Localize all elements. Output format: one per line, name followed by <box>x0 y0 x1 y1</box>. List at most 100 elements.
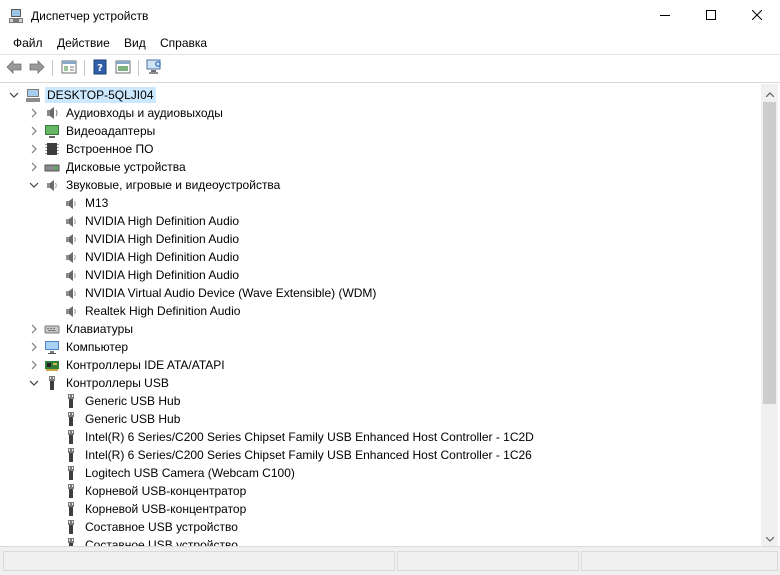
status-cell-main <box>3 551 395 571</box>
toolbar-separator <box>52 60 53 76</box>
usb-icon <box>63 411 79 427</box>
device-tree[interactable]: DESKTOP-5QLJI04 Аудиовходы и аудиовыходы… <box>3 84 761 546</box>
tree-item-label[interactable]: Составное USB устройство <box>85 520 238 534</box>
tree-item-label[interactable]: Звуковые, игровые и видеоустройства <box>66 178 280 192</box>
tree-item-label[interactable]: Intel(R) 6 Series/C200 Series Chipset Fa… <box>85 430 534 444</box>
tree-category[interactable]: Клавиатуры <box>3 320 761 338</box>
tree-item-label[interactable]: Составное USB устройство <box>85 538 238 546</box>
window-title: Диспетчер устройств <box>31 9 149 23</box>
toolbar-separator <box>138 60 139 76</box>
speaker-icon <box>63 213 79 229</box>
tree-item-label[interactable]: Клавиатуры <box>66 322 133 336</box>
tree-category[interactable]: Видеоадаптеры <box>3 122 761 140</box>
tree-category[interactable]: Аудиовходы и аудиовыходы <box>3 104 761 122</box>
tree-device[interactable]: NVIDIA Virtual Audio Device (Wave Extens… <box>3 284 761 302</box>
usb-icon <box>63 393 79 409</box>
collapse-chevron-icon[interactable] <box>28 179 40 191</box>
scroll-down-button[interactable] <box>761 529 778 546</box>
back-button[interactable] <box>4 59 24 77</box>
expand-chevron-icon[interactable] <box>28 107 40 119</box>
tree-device[interactable]: Корневой USB-концентратор <box>3 482 761 500</box>
expand-chevron-icon[interactable] <box>28 341 40 353</box>
usb-icon <box>63 483 79 499</box>
tree-device[interactable]: Корневой USB-концентратор <box>3 500 761 518</box>
title-bar: Диспетчер устройств <box>0 0 780 32</box>
tree-device[interactable]: Intel(R) 6 Series/C200 Series Chipset Fa… <box>3 446 761 464</box>
tree-item-label[interactable]: Generic USB Hub <box>85 412 180 426</box>
scrollbar-thumb[interactable] <box>763 102 776 404</box>
update-driver-button[interactable] <box>113 59 133 77</box>
tree-item-label[interactable]: Дисковые устройства <box>66 160 186 174</box>
audio-io-icon <box>44 105 60 121</box>
ide-controller-icon <box>44 357 60 373</box>
tree-item-label[interactable]: Компьютер <box>66 340 128 354</box>
close-icon <box>751 9 763 23</box>
tree-device[interactable]: NVIDIA High Definition Audio <box>3 248 761 266</box>
tree-category[interactable]: Контроллеры USB <box>3 374 761 392</box>
toolbar: ? <box>0 54 780 83</box>
collapse-chevron-icon[interactable] <box>8 89 20 101</box>
collapse-chevron-icon[interactable] <box>28 377 40 389</box>
expand-chevron-icon[interactable] <box>28 359 40 371</box>
tree-device[interactable]: Составное USB устройство <box>3 518 761 536</box>
vertical-scrollbar[interactable] <box>761 84 778 546</box>
menu-action[interactable]: Действие <box>57 36 110 50</box>
tree-item-label[interactable]: Контроллеры USB <box>66 376 169 390</box>
forward-button[interactable] <box>27 59 47 77</box>
menu-view[interactable]: Вид <box>124 36 146 50</box>
menu-bar: Файл Действие Вид Справка <box>0 32 780 54</box>
scroll-up-button[interactable] <box>761 84 778 101</box>
tree-item-label[interactable]: M13 <box>85 196 108 210</box>
expand-chevron-icon[interactable] <box>28 161 40 173</box>
tree-item-label[interactable]: NVIDIA Virtual Audio Device (Wave Extens… <box>85 286 376 300</box>
properties-button[interactable] <box>59 59 79 77</box>
speaker-icon <box>63 195 79 211</box>
tree-item-label[interactable]: Встроенное ПО <box>66 142 153 156</box>
tree-device[interactable]: Составное USB устройство <box>3 536 761 546</box>
minimize-button[interactable] <box>642 0 688 32</box>
root-label[interactable]: DESKTOP-5QLJI04 <box>45 87 156 103</box>
tree-device[interactable]: Logitech USB Camera (Webcam C100) <box>3 464 761 482</box>
menu-file[interactable]: Файл <box>13 36 43 50</box>
speaker-icon <box>63 249 79 265</box>
minimize-icon <box>660 9 670 23</box>
tree-category[interactable]: Компьютер <box>3 338 761 356</box>
tree-device[interactable]: Generic USB Hub <box>3 410 761 428</box>
tree-device[interactable]: NVIDIA High Definition Audio <box>3 266 761 284</box>
tree-item-label[interactable]: NVIDIA High Definition Audio <box>85 250 239 264</box>
tree-item-label[interactable]: Корневой USB-концентратор <box>85 502 246 516</box>
expand-chevron-icon[interactable] <box>28 125 40 137</box>
tree-item-label[interactable]: NVIDIA High Definition Audio <box>85 214 239 228</box>
expand-chevron-icon[interactable] <box>28 143 40 155</box>
tree-item-label[interactable]: Realtek High Definition Audio <box>85 304 240 318</box>
tree-category[interactable]: Встроенное ПО <box>3 140 761 158</box>
tree-item-label[interactable]: Контроллеры IDE ATA/ATAPI <box>66 358 225 372</box>
tree-device[interactable]: Realtek High Definition Audio <box>3 302 761 320</box>
computer-icon <box>44 339 60 355</box>
close-button[interactable] <box>734 0 780 32</box>
tree-category[interactable]: Контроллеры IDE ATA/ATAPI <box>3 356 761 374</box>
tree-item-label[interactable]: Intel(R) 6 Series/C200 Series Chipset Fa… <box>85 448 532 462</box>
maximize-button[interactable] <box>688 0 734 32</box>
tree-item-label[interactable]: Аудиовходы и аудиовыходы <box>66 106 223 120</box>
scan-hardware-button[interactable] <box>144 59 164 77</box>
help-button[interactable]: ? <box>90 59 110 77</box>
tree-device[interactable]: M13 <box>3 194 761 212</box>
tree-item-label[interactable]: NVIDIA High Definition Audio <box>85 232 239 246</box>
tree-device[interactable]: NVIDIA High Definition Audio <box>3 212 761 230</box>
tree-device[interactable]: NVIDIA High Definition Audio <box>3 230 761 248</box>
speaker-icon <box>63 231 79 247</box>
tree-item-label[interactable]: NVIDIA High Definition Audio <box>85 268 239 282</box>
tree-item-label[interactable]: Generic USB Hub <box>85 394 180 408</box>
tree-item-label[interactable]: Logitech USB Camera (Webcam C100) <box>85 466 295 480</box>
tree-device[interactable]: Generic USB Hub <box>3 392 761 410</box>
tree-category[interactable]: Звуковые, игровые и видеоустройства <box>3 176 761 194</box>
tree-root[interactable]: DESKTOP-5QLJI04 <box>3 86 761 104</box>
tree-category[interactable]: Дисковые устройства <box>3 158 761 176</box>
tree-item-label[interactable]: Корневой USB-концентратор <box>85 484 246 498</box>
status-cell <box>397 551 579 571</box>
menu-help[interactable]: Справка <box>160 36 207 50</box>
tree-item-label[interactable]: Видеоадаптеры <box>66 124 155 138</box>
tree-device[interactable]: Intel(R) 6 Series/C200 Series Chipset Fa… <box>3 428 761 446</box>
expand-chevron-icon[interactable] <box>28 323 40 335</box>
